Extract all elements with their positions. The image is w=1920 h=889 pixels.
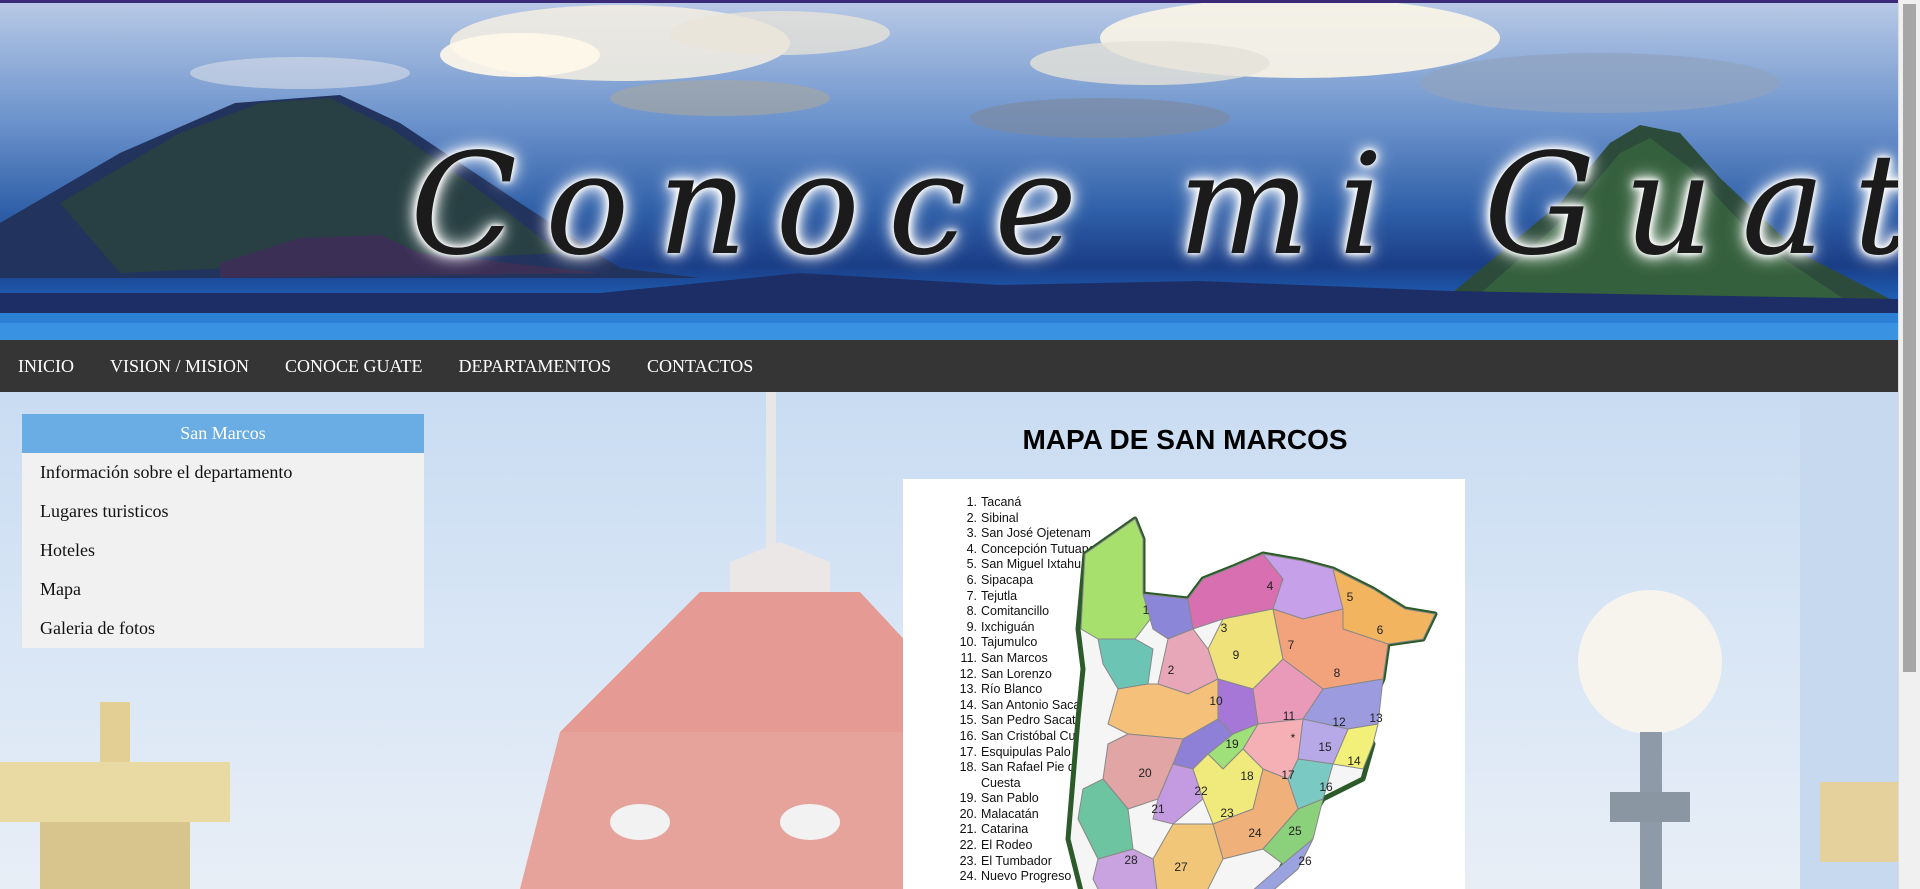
nav-inicio[interactable]: INICIO bbox=[18, 356, 74, 377]
map-label-8: 8 bbox=[1334, 666, 1341, 680]
nav-departamentos[interactable]: DEPARTAMENTOS bbox=[459, 356, 612, 377]
map-label-24: 24 bbox=[1248, 826, 1262, 840]
map-label-1: 1 bbox=[1143, 603, 1150, 617]
sidebar-item-hoteles[interactable]: Hoteles bbox=[22, 531, 424, 570]
map-image: 1. Tacaná 2. Sibinal 3. San José Ojetenam 4. Co… bbox=[903, 479, 1465, 889]
sidebar-title: San Marcos bbox=[22, 414, 424, 453]
sidebar-item-galeria[interactable]: Galeria de fotos bbox=[22, 609, 424, 648]
sidebar: San Marcos Información sobre el departam… bbox=[22, 414, 424, 648]
sidebar-item-informacion[interactable]: Información sobre el departamento bbox=[22, 453, 424, 492]
nav-contactos[interactable]: CONTACTOS bbox=[647, 356, 753, 377]
map-label-3: 3 bbox=[1221, 621, 1228, 635]
header-banner: Conoce mi Guate bbox=[0, 0, 1898, 340]
map-label-2: 2 bbox=[1168, 663, 1175, 677]
map-label-25: 25 bbox=[1288, 824, 1302, 838]
nav-vision-mision[interactable]: VISION / MISION bbox=[110, 356, 249, 377]
nav-conoce-guate[interactable]: CONOCE GUATE bbox=[285, 356, 423, 377]
map-capital-marker: * bbox=[1291, 731, 1296, 745]
map-label-17: 17 bbox=[1281, 768, 1295, 782]
map-label-22: 22 bbox=[1194, 784, 1208, 798]
scrollbar[interactable] bbox=[1898, 0, 1920, 889]
map-label-9: 9 bbox=[1233, 648, 1240, 662]
main-nav: INICIO VISION / MISION CONOCE GUATE DEPA… bbox=[0, 340, 1898, 392]
map-label-21: 21 bbox=[1151, 802, 1165, 816]
content-area: San Marcos Información sobre el departam… bbox=[0, 392, 1898, 889]
map-label-16: 16 bbox=[1319, 780, 1333, 794]
site-title: Conoce mi Guate bbox=[410, 124, 1898, 287]
map-label-10: 10 bbox=[1209, 694, 1223, 708]
map-label-12: 12 bbox=[1332, 715, 1346, 729]
page-title: MAPA DE SAN MARCOS bbox=[1022, 424, 1348, 455]
map-label-13: 13 bbox=[1369, 711, 1383, 725]
map-label-4: 4 bbox=[1267, 579, 1274, 593]
map-label-27: 27 bbox=[1174, 860, 1188, 874]
map-label-11: 11 bbox=[1283, 709, 1296, 723]
map-label-28: 28 bbox=[1124, 853, 1138, 867]
map-label-18: 18 bbox=[1240, 769, 1254, 783]
scrollbar-thumb[interactable] bbox=[1903, 4, 1916, 672]
map-label-7: 7 bbox=[1288, 638, 1295, 652]
map-label-26: 26 bbox=[1298, 854, 1312, 868]
sidebar-item-mapa[interactable]: Mapa bbox=[22, 570, 424, 609]
map-label-20: 20 bbox=[1138, 766, 1152, 780]
map-label-6: 6 bbox=[1377, 623, 1384, 637]
map-label-5: 5 bbox=[1347, 590, 1354, 604]
sidebar-item-lugares[interactable]: Lugares turisticos bbox=[22, 492, 424, 531]
map-label-14: 14 bbox=[1347, 754, 1361, 768]
department-map: 1 2 3 4 5 6 7 8 9 10 11 12 13 14 15 16 1… bbox=[1065, 516, 1438, 889]
map-label-23: 23 bbox=[1220, 806, 1234, 820]
map-label-19: 19 bbox=[1225, 737, 1239, 751]
map-label-15: 15 bbox=[1318, 740, 1332, 754]
